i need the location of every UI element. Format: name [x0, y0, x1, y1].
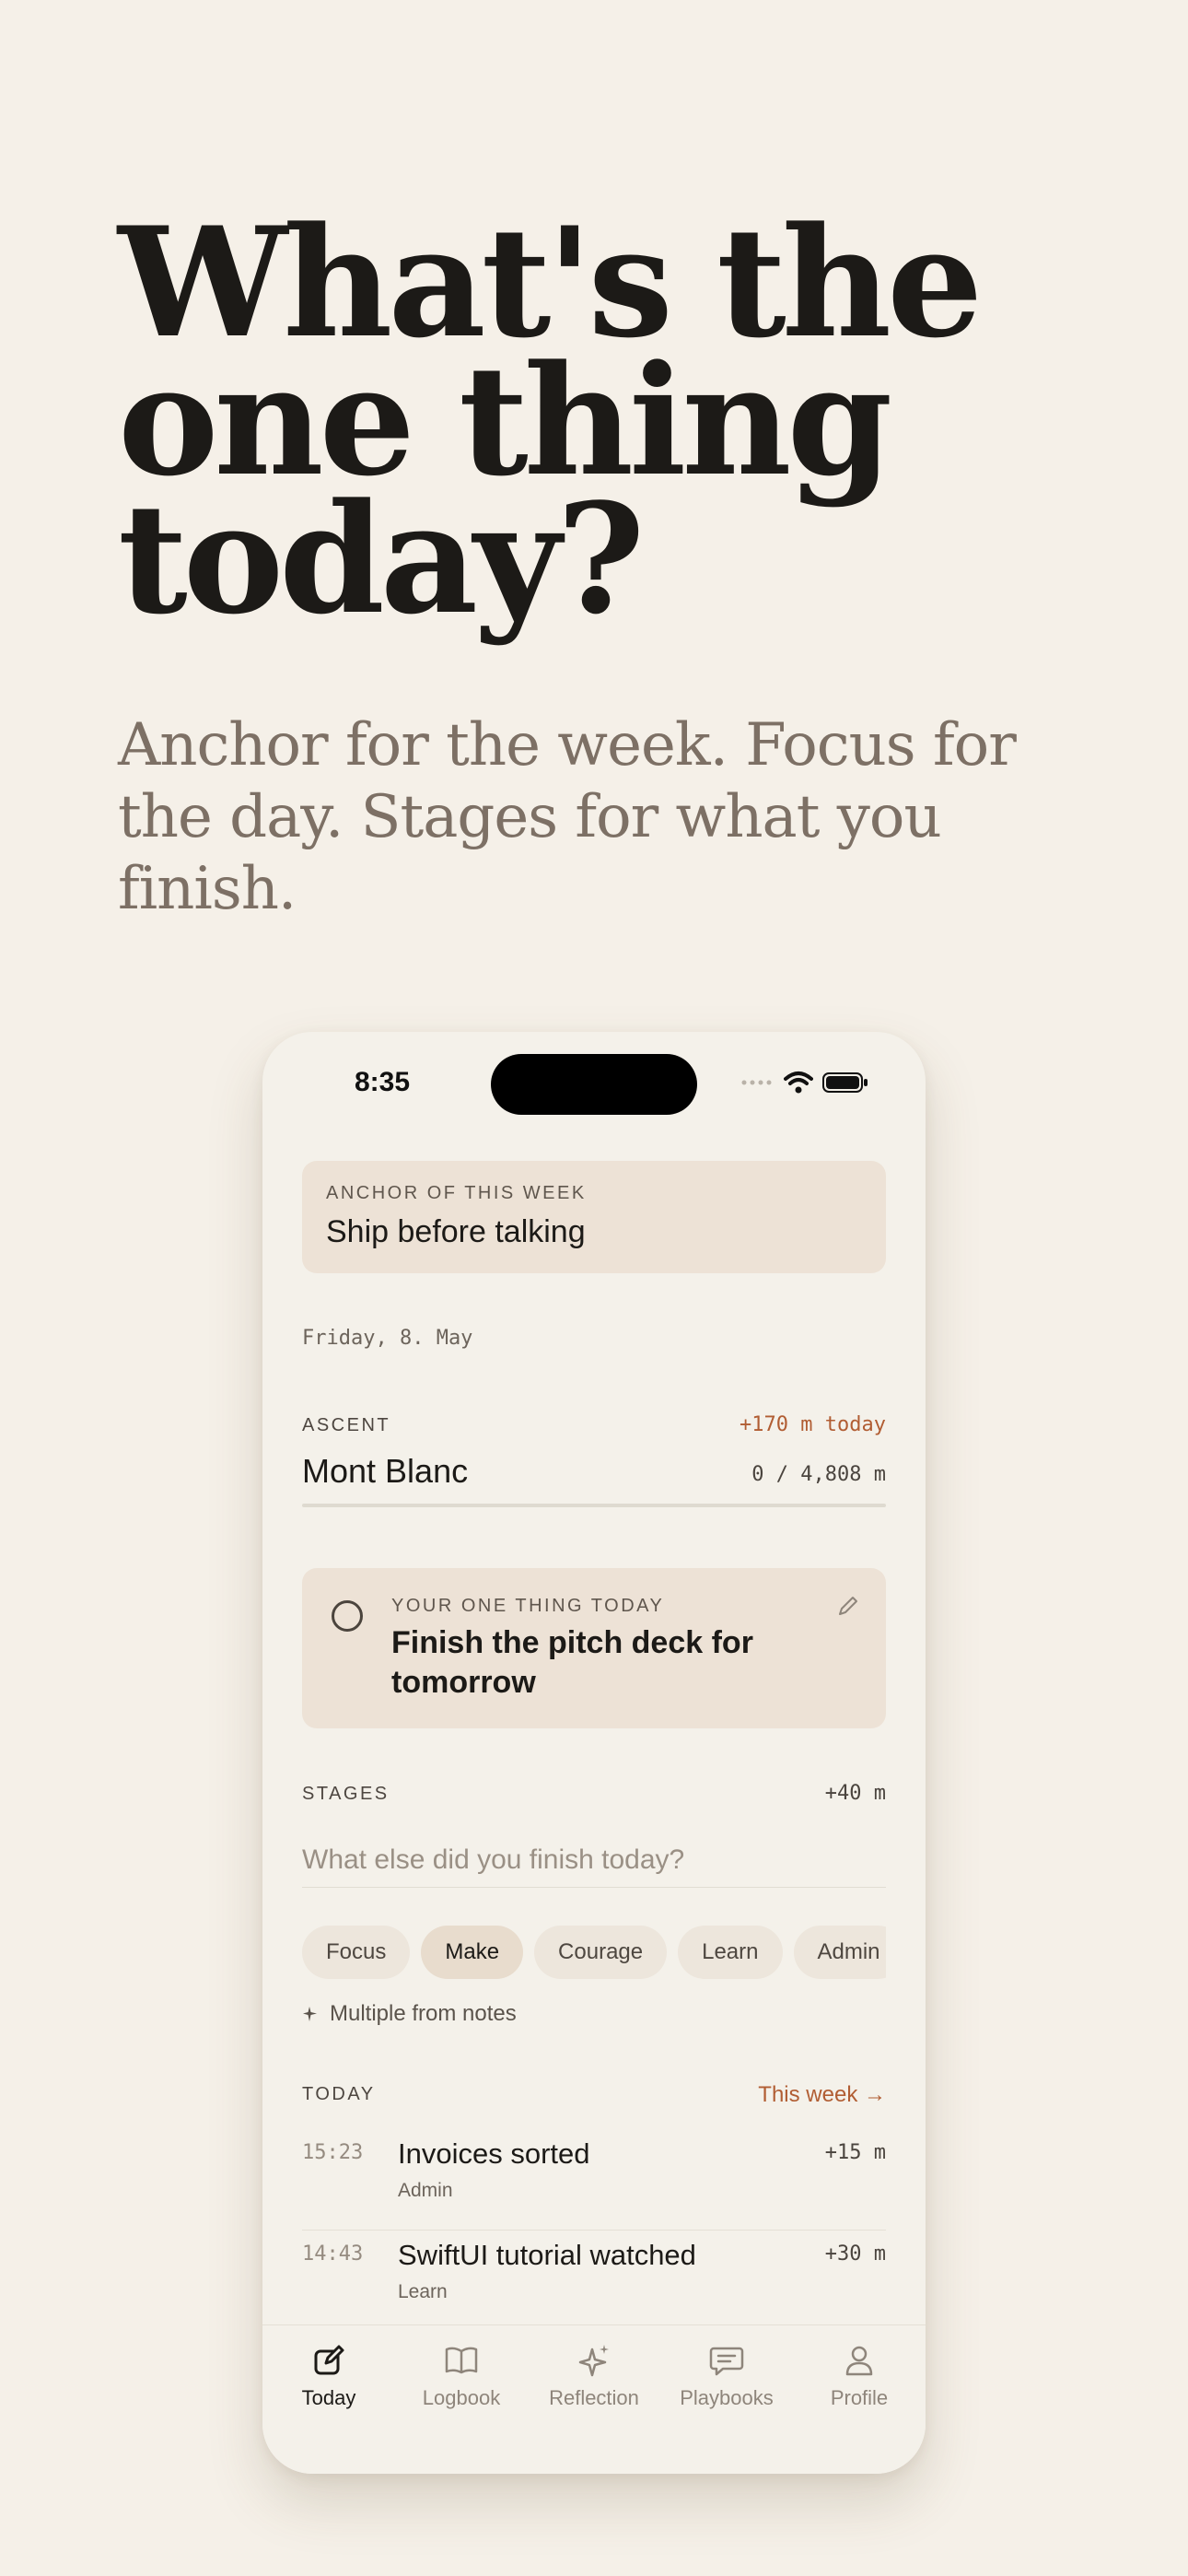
status-icons — [741, 1071, 868, 1095]
multiple-from-notes-button[interactable]: Multiple from notes — [302, 2001, 517, 2027]
pencil-icon[interactable] — [836, 1594, 860, 1618]
one-thing-checkbox[interactable] — [332, 1600, 363, 1632]
battery-icon — [822, 1072, 868, 1093]
chip-admin[interactable]: Admin — [793, 1926, 886, 1979]
entry-time: 14:43 — [302, 2242, 364, 2266]
anchor-card[interactable]: ANCHOR OF THIS WEEK Ship before talking — [302, 1161, 886, 1273]
person-icon — [845, 2346, 873, 2376]
book-icon — [445, 2347, 478, 2374]
one-thing-title: Finish the pitch deck for tomorrow — [391, 1625, 753, 1700]
ascent-label: ASCENT — [302, 1415, 391, 1435]
tab-playbooks[interactable]: Playbooks — [660, 2325, 793, 2474]
sparkles-icon — [578, 2345, 609, 2377]
this-week-link[interactable]: This week → — [758, 2082, 886, 2108]
stages-label: STAGES — [302, 1784, 390, 1804]
entry-meters: +30 m — [824, 2242, 886, 2266]
chip-courage[interactable]: Courage — [534, 1926, 668, 1979]
phone-mockup: 8:35 ANCHOR OF THIS WEEK Ship before tal… — [262, 1032, 926, 2474]
one-thing-card[interactable]: YOUR ONE THING TODAY Finish the pitch de… — [302, 1568, 886, 1728]
ascent-progress-bar — [302, 1504, 886, 1507]
entry-meters: +15 m — [824, 2141, 886, 2164]
entry-category: Admin — [398, 2180, 453, 2201]
tab-profile-label: Profile — [830, 2386, 889, 2409]
signal-icon — [741, 1080, 772, 1085]
tab-reflection-label: Reflection — [549, 2386, 639, 2409]
dynamic-island — [491, 1054, 697, 1115]
chip-make[interactable]: Make — [421, 1926, 524, 1979]
tab-playbooks-label: Playbooks — [680, 2386, 774, 2409]
today-label: TODAY — [302, 2084, 376, 2104]
anchor-label: ANCHOR OF THIS WEEK — [326, 1183, 587, 1203]
entry-title: Invoices sorted — [398, 2137, 590, 2170]
sparkle-icon — [303, 2007, 317, 2021]
stage-chips: Focus Make Courage Learn Admin — [302, 1926, 886, 1981]
ascent-today-gain: +170 m today — [740, 1413, 886, 1436]
list-item[interactable]: 14:43 SwiftUI tutorial watched Learn +30… — [302, 2230, 886, 2332]
tab-today[interactable]: Today — [262, 2325, 395, 2474]
entry-category: Learn — [398, 2281, 448, 2302]
anchor-title: Ship before talking — [326, 1214, 586, 1249]
tab-today-label: Today — [301, 2386, 356, 2409]
ascent-progress-text: 0 / 4,808 m — [751, 1463, 886, 1486]
headline: What's the one thing today? — [118, 193, 983, 648]
status-time: 8:35 — [355, 1067, 411, 1097]
tab-reflection[interactable]: Reflection — [528, 2325, 660, 2474]
tab-bar: Today Logbook Reflection Playbooks Profi… — [262, 2324, 926, 2474]
tab-profile[interactable]: Profile — [793, 2325, 926, 2474]
chat-bubble-icon — [709, 2347, 744, 2376]
wifi-icon — [784, 1071, 813, 1094]
entry-time: 15:23 — [302, 2141, 364, 2164]
ascent-mountain: Mont Blanc — [302, 1452, 469, 1490]
entry-title: SwiftUI tutorial watched — [398, 2239, 696, 2271]
tab-logbook[interactable]: Logbook — [395, 2325, 528, 2474]
stages-meters: +40 m — [824, 1782, 886, 1805]
chip-focus[interactable]: Focus — [302, 1926, 411, 1979]
multiple-from-notes-label: Multiple from notes — [330, 2001, 517, 2026]
subheadline: Anchor for the week. Focus for the day. … — [118, 711, 1017, 923]
list-item[interactable]: 15:23 Invoices sorted Admin +15 m — [302, 2128, 886, 2231]
tab-logbook-label: Logbook — [422, 2386, 501, 2409]
chip-learn[interactable]: Learn — [678, 1926, 783, 1979]
date-label: Friday, 8. May — [302, 1327, 473, 1350]
stage-input[interactable] — [302, 1833, 886, 1888]
compose-icon — [314, 2345, 344, 2375]
one-thing-label: YOUR ONE THING TODAY — [391, 1596, 665, 1616]
